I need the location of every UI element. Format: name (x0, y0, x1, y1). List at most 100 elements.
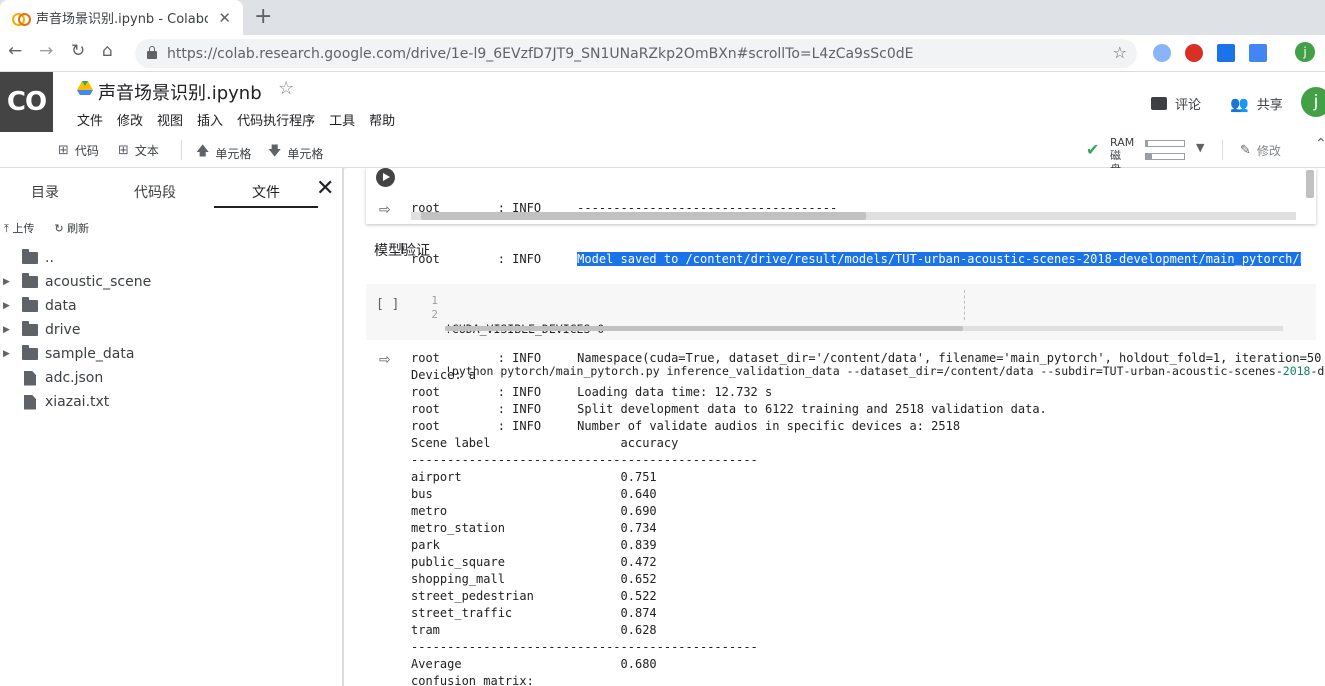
google-drive-icon (77, 81, 93, 95)
output-line: root : INFO Loading data time: 12.732 s (411, 385, 773, 399)
plus-icon: ⊞ (118, 143, 129, 158)
disk-usage-bar (1145, 153, 1185, 160)
tab-title: 声音场景识别.ipynb - Colabor (36, 12, 208, 27)
output-line: confusion matrix: (411, 674, 534, 686)
menu-runtime[interactable]: 代码执行程序 (237, 110, 315, 129)
line-number: 1 (431, 294, 438, 307)
menu-file[interactable]: 文件 (77, 110, 103, 129)
folder-up-icon (22, 249, 38, 264)
output-icon[interactable]: ⇨ (379, 202, 391, 218)
output-line: metro_station 0.734 (411, 521, 657, 535)
output-line: Average 0.680 (411, 657, 657, 671)
move-up-label: 单元格 (215, 146, 252, 161)
url-input[interactable]: https://colab.research.google.com/drive/… (135, 39, 1137, 68)
expand-caret-icon[interactable]: ▶ (3, 277, 10, 287)
file-item-data[interactable]: ▶ data (0, 294, 340, 318)
home-icon[interactable]: ⌂ (102, 41, 113, 61)
expand-caret-icon[interactable]: ▶ (3, 325, 10, 335)
menu-help[interactable]: 帮助 (369, 110, 395, 129)
menu-insert[interactable]: 插入 (197, 110, 223, 129)
bookmark-star-icon[interactable]: ☆ (1113, 43, 1127, 62)
file-item-adc-json[interactable]: adc.json (0, 366, 340, 390)
code-horizontal-scrollbar[interactable] (445, 326, 1283, 331)
text-cursor-icon: I (400, 240, 405, 258)
file-item-sample-data[interactable]: ▶ sample_data (0, 342, 340, 366)
scrollbar-thumb[interactable] (445, 326, 963, 331)
toolbar-divider (1222, 140, 1223, 160)
edit-mode-button[interactable]: ✎ 修改 (1240, 142, 1281, 159)
menu-view[interactable]: 视图 (157, 110, 183, 129)
colab-logo[interactable]: CO (0, 72, 53, 132)
file-item-parent[interactable]: .. (0, 246, 340, 270)
file-item-drive[interactable]: ▶ drive (0, 318, 340, 342)
run-cell-icon[interactable] (376, 168, 395, 187)
ram-usage-bar (1145, 140, 1185, 147)
output-line: street_pedestrian 0.522 (411, 589, 657, 603)
share-button[interactable]: 👥 共享 (1230, 94, 1283, 114)
output-icon[interactable]: ⇨ (379, 352, 391, 368)
move-cell-up-button[interactable]: 🡅 单元格 (196, 142, 251, 164)
edit-mode-label: 修改 (1256, 144, 1281, 158)
browser-profile-avatar[interactable]: j (1295, 42, 1315, 62)
previous-cell-output: ⇨ root : INFO --------------------------… (366, 168, 1316, 266)
upload-icon: ⤒ (4, 222, 9, 235)
tab-files[interactable]: 文件 (252, 182, 280, 202)
connected-check-icon: ✔ (1086, 140, 1100, 159)
file-name: sample_data (45, 346, 135, 362)
output-line: tram 0.628 (411, 623, 657, 637)
file-item-acoustic-scene[interactable]: ▶ acoustic_scene (0, 270, 340, 294)
code-cell[interactable]: [ ] 1 2 !CUDA_VISIBLE_DEVICES=0 !python … (366, 284, 1325, 378)
tab-snippets[interactable]: 代码段 (134, 182, 176, 202)
file-name: adc.json (45, 370, 104, 386)
upload-label: 上传 (12, 222, 35, 235)
translate-extension-icon[interactable] (1249, 44, 1267, 62)
output-line: street_traffic 0.874 (411, 606, 657, 620)
tab-toc[interactable]: 目录 (31, 182, 59, 202)
menu-edit[interactable]: 修改 (117, 110, 143, 129)
output-line: Device: a (411, 368, 477, 382)
file-name: acoustic_scene (45, 274, 152, 290)
expand-caret-icon[interactable]: ▶ (3, 349, 10, 359)
cell-output: ⇨ root : INFO Namespace(cuda=True, datas… (366, 350, 1321, 686)
active-tab-indicator (214, 206, 318, 208)
move-cell-down-button[interactable]: 🡇 单元格 (268, 142, 323, 164)
collapse-header-icon[interactable]: ⌃ (1315, 136, 1325, 152)
plus-icon: ⊞ (58, 143, 69, 158)
reload-icon[interactable]: ↻ (71, 41, 85, 61)
expand-caret-icon[interactable]: ▶ (3, 301, 10, 311)
arrow-up-icon: 🡅 (196, 144, 210, 159)
close-sidebar-icon[interactable]: ✕ (316, 176, 334, 201)
extension-icon[interactable] (1153, 44, 1171, 62)
add-code-button[interactable]: ⊞ 代码 (58, 142, 99, 159)
folder-icon (22, 297, 38, 312)
notebook-title[interactable]: 声音场景识别.ipynb (98, 79, 262, 105)
arrow-down-icon: 🡇 (268, 144, 282, 159)
forward-icon[interactable]: → (39, 41, 53, 61)
run-cell-brackets[interactable]: [ ] (376, 297, 399, 312)
refresh-button[interactable]: ↻ 刷新 (54, 220, 89, 236)
ram-label: RAM (1110, 136, 1135, 149)
browser-tab[interactable]: 声音场景识别.ipynb - Colabor ✕ (0, 0, 243, 35)
add-text-label: 文本 (134, 144, 159, 158)
new-tab-icon[interactable]: + (254, 4, 272, 29)
add-text-button[interactable]: ⊞ 文本 (118, 142, 159, 159)
menu-tools[interactable]: 工具 (329, 110, 355, 129)
account-avatar[interactable]: j (1301, 87, 1325, 117)
file-item-xiazai-txt[interactable]: xiazai.txt (0, 390, 340, 414)
address-bar-row: ← → ↻ ⌂ https://colab.research.google.co… (0, 35, 1325, 72)
star-notebook-icon[interactable]: ☆ (278, 78, 294, 99)
comment-label: 评论 (1175, 98, 1202, 113)
back-icon[interactable]: ← (8, 41, 22, 61)
comment-button[interactable]: 评论 (1151, 94, 1201, 113)
upload-button[interactable]: ⤒ 上传 (4, 220, 34, 236)
adblock-extension-icon[interactable] (1185, 44, 1203, 62)
close-tab-icon[interactable]: ✕ (218, 9, 231, 27)
scrollbar-thumb[interactable] (421, 212, 866, 220)
vertical-scrollbar[interactable] (1306, 170, 1314, 198)
notebook-area: ⇨ root : INFO --------------------------… (346, 168, 1325, 686)
resources-dropdown-icon[interactable]: ▼ (1196, 141, 1204, 154)
horizontal-scrollbar[interactable] (411, 212, 1296, 220)
screenshot-extension-icon[interactable] (1217, 44, 1235, 62)
output-line: root : INFO Number of validate audios in… (411, 419, 961, 433)
add-code-label: 代码 (74, 144, 99, 158)
